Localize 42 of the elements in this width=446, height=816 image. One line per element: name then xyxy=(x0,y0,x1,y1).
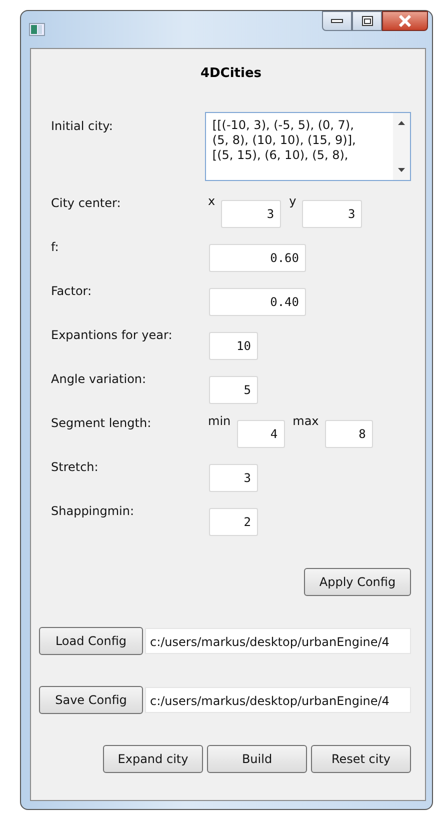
action-button[interactable]: Reset city xyxy=(311,745,411,773)
field-label: City center: xyxy=(51,195,122,210)
scroll-up-icon[interactable] xyxy=(398,121,405,125)
number-field[interactable]: 5 xyxy=(209,376,258,404)
apply-config-button[interactable]: Apply Config xyxy=(304,568,411,596)
number-field[interactable]: 0.60 xyxy=(209,244,306,272)
field-prefix: max xyxy=(292,414,319,428)
maximize-button[interactable] xyxy=(352,11,382,31)
app-heading: 4DCities xyxy=(200,66,262,81)
number-field[interactable]: 4 xyxy=(236,420,285,448)
field-label: Factor: xyxy=(51,283,93,298)
number-field[interactable]: 0.40 xyxy=(209,288,306,316)
minimize-button[interactable] xyxy=(322,11,352,31)
field-label: Shappingmin: xyxy=(51,503,136,518)
field-label: Segment length: xyxy=(51,415,152,430)
path-field[interactable]: c:/users/markus/desktop/urbanEngine/4 xyxy=(145,628,411,654)
number-field[interactable]: 3 xyxy=(209,464,258,492)
field-label: Initial city: xyxy=(51,118,114,135)
path-field[interactable]: c:/users/markus/desktop/urbanEngine/4 xyxy=(145,687,411,713)
action-button[interactable]: Build xyxy=(207,745,307,773)
minimize-icon xyxy=(331,18,343,24)
app-icon xyxy=(29,23,45,36)
number-field[interactable]: 8 xyxy=(324,420,373,448)
field-prefix: min xyxy=(208,414,231,428)
number-field[interactable]: 10 xyxy=(209,332,258,360)
maximize-icon xyxy=(362,16,372,26)
field-label: Expantions for year: xyxy=(51,327,174,342)
field-label: Angle variation: xyxy=(51,371,148,386)
scroll-down-icon[interactable] xyxy=(398,168,405,172)
config-button[interactable]: Load Config xyxy=(39,627,143,655)
field-label: Stretch: xyxy=(51,459,100,474)
field-prefix: x xyxy=(208,194,216,208)
config-button[interactable]: Save Config xyxy=(39,686,143,714)
number-field[interactable]: 3 xyxy=(221,200,282,228)
close-icon xyxy=(398,15,412,27)
field-prefix: y xyxy=(289,194,296,208)
number-field[interactable]: 3 xyxy=(302,200,362,228)
number-field[interactable]: 2 xyxy=(209,508,258,536)
close-button[interactable] xyxy=(382,11,428,31)
field-label: f: xyxy=(51,239,60,254)
action-button[interactable]: Expand city xyxy=(103,745,203,773)
text-area[interactable]: [[(-10, 3), (-5, 5), (0, 7), (5, 8), (10, 10), (15, 9)], [(5, 15), (6, 10), (5, 8), xyxy=(205,112,411,181)
